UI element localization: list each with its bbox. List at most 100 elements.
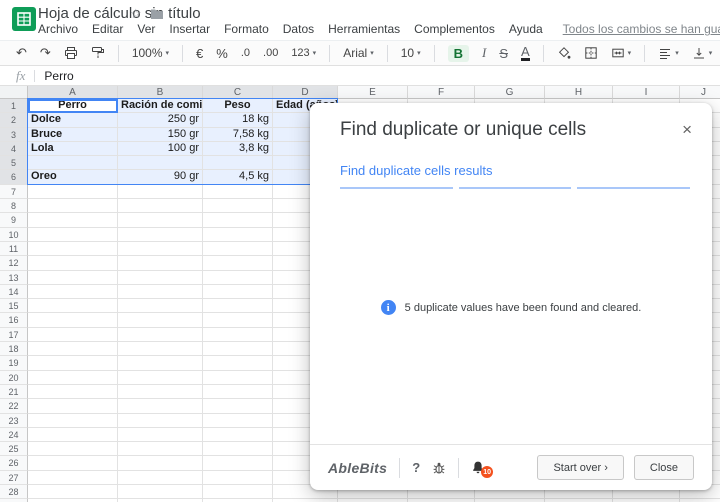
cell-A1[interactable]: Perro [28,99,118,114]
menu-item-ayuda[interactable]: Ayuda [509,22,543,36]
row-header-16[interactable]: 16 [0,313,28,328]
sheets-logo-icon[interactable] [12,7,36,31]
cell-A19[interactable] [28,356,118,371]
cell-B28[interactable] [118,485,203,500]
cell-C22[interactable] [203,399,273,414]
cell-C4[interactable]: 3,8 kg [203,141,273,157]
cell-B5[interactable] [118,156,203,171]
cell-B19[interactable] [118,356,203,371]
cell-A16[interactable] [28,313,118,328]
column-header-D[interactable]: D [273,86,338,99]
start-over-button[interactable]: Start over › [537,455,624,480]
cell-C15[interactable] [203,299,273,314]
cell-B26[interactable] [118,456,203,471]
cell-B17[interactable] [118,327,203,343]
cell-C13[interactable] [203,270,273,285]
cell-A9[interactable] [28,213,118,228]
cell-B1[interactable]: Ración de comida [118,99,203,114]
cell-B3[interactable]: 150 gr [118,127,203,142]
column-header-A[interactable]: A [28,86,118,99]
font-select[interactable]: Arial ▾ [343,46,374,60]
paint-format-icon[interactable] [91,46,105,60]
cell-A14[interactable] [28,284,118,300]
cell-C5[interactable] [203,156,273,171]
close-icon[interactable]: × [682,120,692,140]
cell-B9[interactable] [118,213,203,228]
cell-A23[interactable] [28,413,118,428]
cell-C26[interactable] [203,456,273,471]
move-folder-icon[interactable] [150,8,164,20]
cell-A26[interactable] [28,456,118,471]
cell-A6[interactable]: Oreo [28,170,118,185]
result-link[interactable]: Find duplicate cells results [340,163,492,178]
menu-item-editar[interactable]: Editar [92,22,123,36]
row-header-10[interactable]: 10 [0,227,28,242]
zoom-select[interactable]: 100% ▾ [132,46,169,60]
row-header-25[interactable]: 25 [0,442,28,457]
cell-C8[interactable] [203,199,273,214]
cell-B25[interactable] [118,442,203,457]
cell-B8[interactable] [118,199,203,214]
cell-B16[interactable] [118,313,203,328]
help-icon[interactable]: ? [412,460,420,475]
bug-report-icon[interactable] [432,461,446,475]
cell-C21[interactable] [203,384,273,400]
cell-C17[interactable] [203,327,273,343]
cell-A22[interactable] [28,399,118,414]
cell-B6[interactable]: 90 gr [118,170,203,185]
column-header-J[interactable]: J [680,86,720,99]
row-header-1[interactable]: 1 [0,99,28,114]
row-header-24[interactable]: 24 [0,427,28,443]
cell-C27[interactable] [203,470,273,486]
strikethrough-button[interactable]: S [499,46,508,61]
cell-B7[interactable] [118,184,203,200]
cell-A10[interactable] [28,227,118,242]
row-header-21[interactable]: 21 [0,384,28,400]
cell-C19[interactable] [203,356,273,371]
cell-C6[interactable]: 4,5 kg [203,170,273,185]
document-title[interactable]: Hoja de cálculo sin título [38,5,201,22]
row-header-2[interactable]: 2 [0,113,28,128]
cell-C11[interactable] [203,241,273,257]
fill-color-icon[interactable] [557,46,571,60]
increase-decimals-button[interactable]: .00 [263,47,278,59]
saved-status-link[interactable]: Todos los cambios se han guardado en Dri… [563,22,720,36]
vertical-align-button[interactable]: ▾ [692,46,712,60]
horizontal-align-button[interactable]: ▾ [658,46,679,60]
cell-A8[interactable] [28,199,118,214]
row-header-15[interactable]: 15 [0,299,28,314]
cell-A13[interactable] [28,270,118,285]
cell-B27[interactable] [118,470,203,486]
format-percent-button[interactable]: % [216,46,228,61]
cell-C12[interactable] [203,256,273,271]
cell-C18[interactable] [203,342,273,357]
cell-A3[interactable]: Bruce [28,127,118,142]
cell-B4[interactable]: 100 gr [118,141,203,157]
menu-item-insertar[interactable]: Insertar [169,22,210,36]
row-header-27[interactable]: 27 [0,470,28,486]
decrease-decimals-button[interactable]: .0 [241,47,250,59]
row-header-5[interactable]: 5 [0,156,28,171]
row-header-11[interactable]: 11 [0,241,28,257]
cell-B2[interactable]: 250 gr [118,113,203,128]
row-header-18[interactable]: 18 [0,342,28,357]
cell-B14[interactable] [118,284,203,300]
cell-C2[interactable]: 18 kg [203,113,273,128]
cell-A12[interactable] [28,256,118,271]
cell-C16[interactable] [203,313,273,328]
column-header-E[interactable]: E [338,86,408,99]
close-button[interactable]: Close [633,455,694,480]
undo-icon[interactable]: ↶ [16,45,27,61]
cell-A5[interactable] [28,156,118,171]
print-icon[interactable] [64,46,78,60]
cell-A17[interactable] [28,327,118,343]
cell-B22[interactable] [118,399,203,414]
row-header-8[interactable]: 8 [0,199,28,214]
cell-B18[interactable] [118,342,203,357]
borders-icon[interactable] [584,46,598,60]
row-header-22[interactable]: 22 [0,399,28,414]
menu-item-ver[interactable]: Ver [137,22,155,36]
row-header-17[interactable]: 17 [0,327,28,343]
column-header-G[interactable]: G [475,86,545,99]
cell-A11[interactable] [28,241,118,257]
